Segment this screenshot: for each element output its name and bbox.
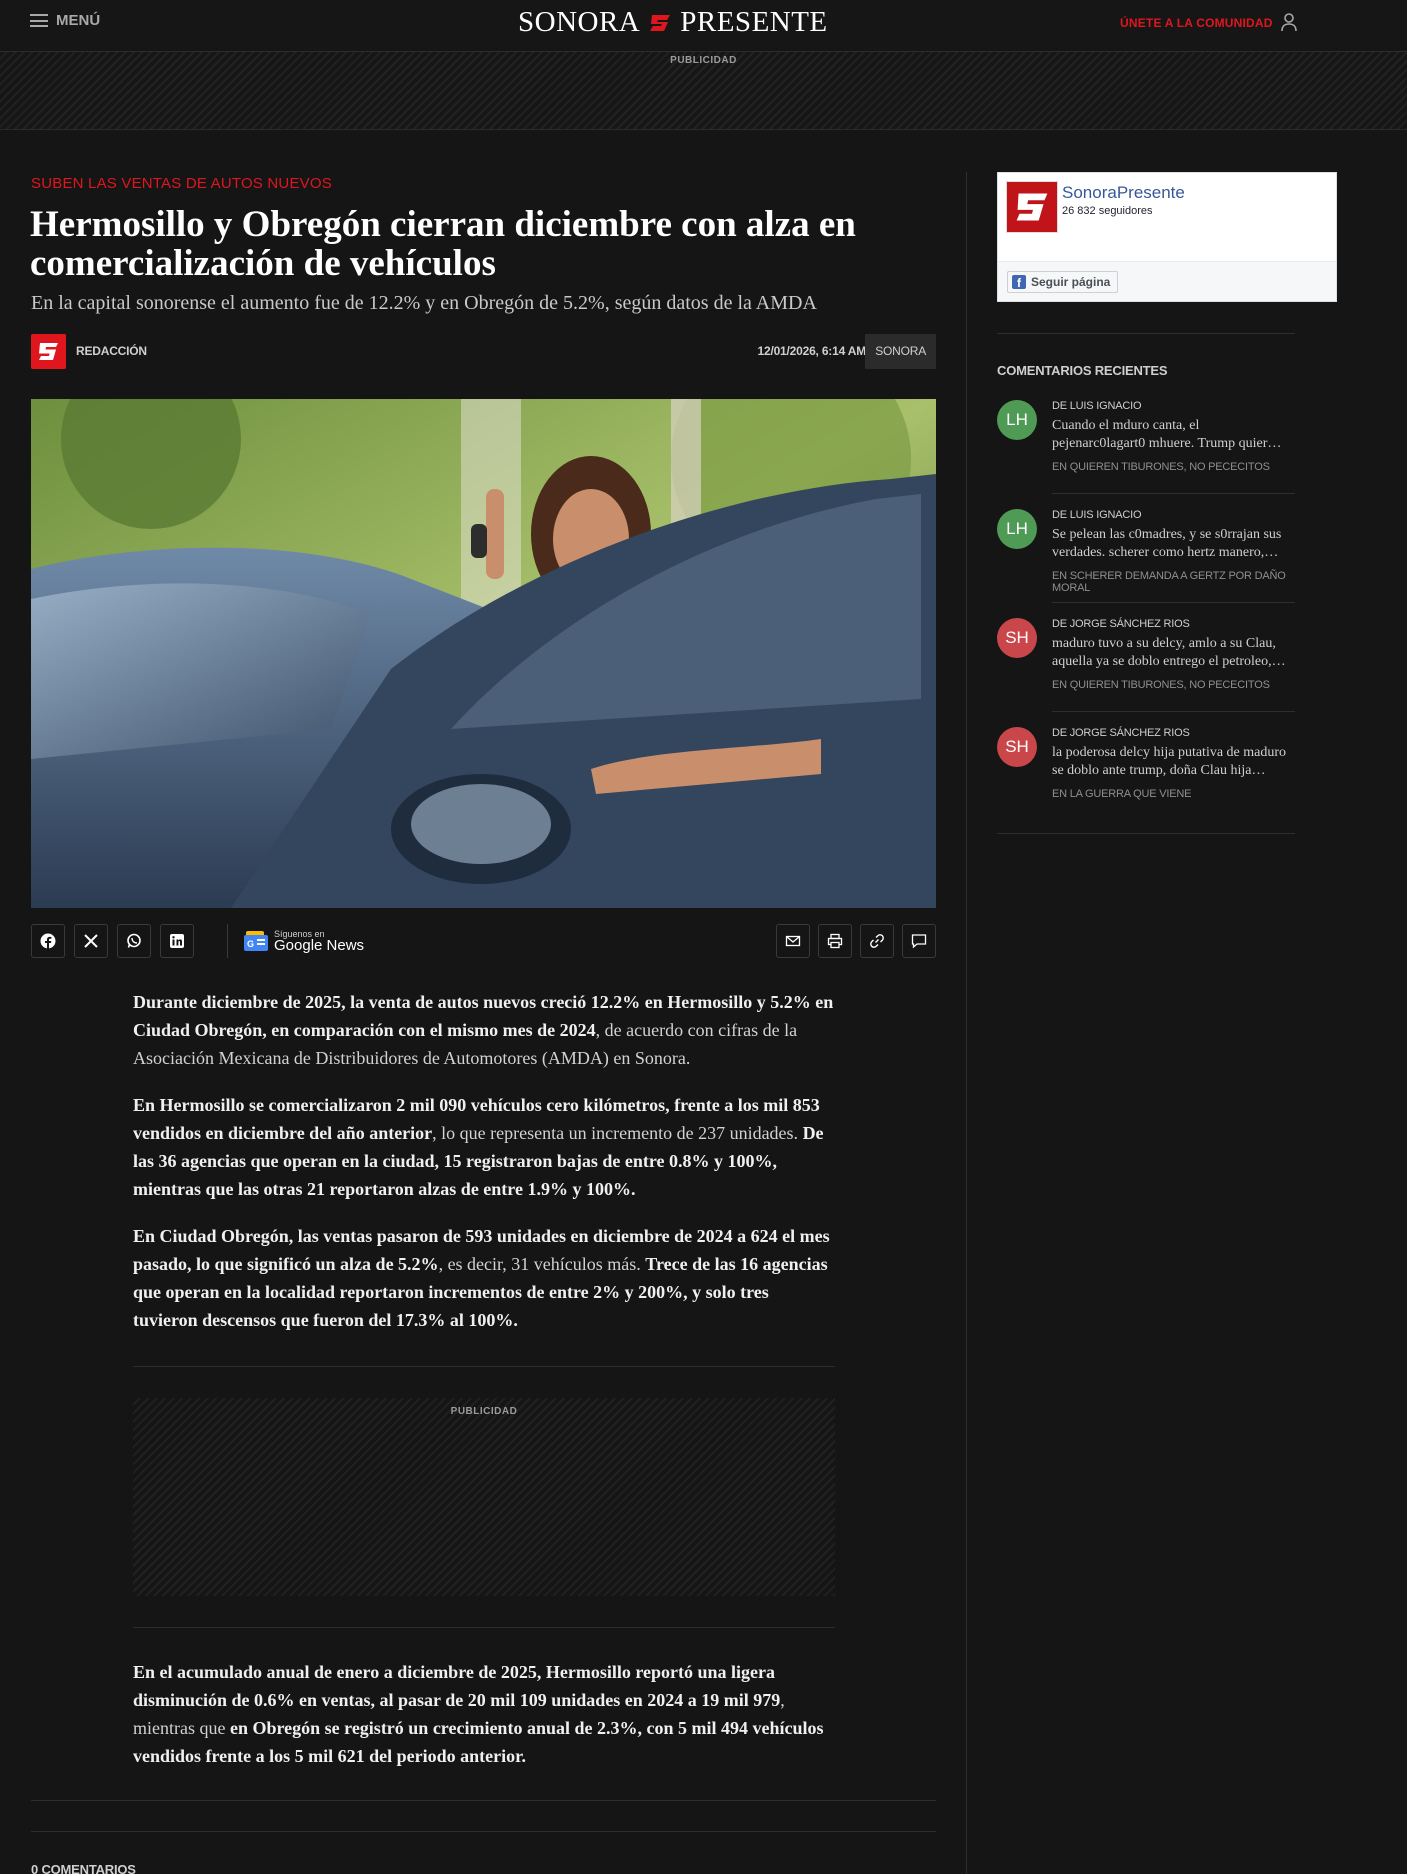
comments-button[interactable] (902, 924, 936, 958)
fb-follow-button[interactable]: f Seguir página (1007, 271, 1119, 293)
article-title: Hermosillo y Obregón cierran diciembre c… (30, 204, 856, 284)
avatar: SH (997, 618, 1037, 658)
google-news-label: Google News (274, 937, 365, 954)
comment-text[interactable]: maduro tuvo a su delcy, amlo a su Clau, … (1052, 635, 1295, 671)
svg-text:G: G (247, 939, 254, 949)
recent-comment[interactable]: LH DE LUIS IGNACIO Cuando el mduro canta… (997, 400, 1295, 508)
author-logo-icon[interactable] (31, 334, 66, 369)
comment-post-link[interactable]: EN LA GUERRA QUE VIENE (1052, 788, 1191, 800)
x-icon (84, 934, 98, 948)
article-kicker: SUBEN LAS VENTAS DE AUTOS NUEVOS (31, 175, 332, 192)
recent-comment[interactable]: SH DE JORGE SÁNCHEZ RIOS maduro tuvo a s… (997, 618, 1295, 726)
comment-icon (911, 934, 927, 949)
article-subtitle: En la capital sonorense el aumento fue d… (31, 292, 817, 314)
divider (133, 1627, 835, 1628)
p3-normal: , es decir, 31 vehículos más. (438, 1254, 646, 1274)
google-news-icon: G (244, 931, 268, 951)
inline-ad: PUBLICIDAD (133, 1398, 835, 1596)
mail-icon (785, 935, 801, 947)
divider (1052, 493, 1295, 494)
site-logo[interactable]: SONORA PRESENTE (518, 6, 828, 39)
recent-comments-title: COMENTARIOS RECIENTES (997, 363, 1168, 378)
logo-text-right: PRESENTE (680, 6, 828, 38)
recent-comment[interactable]: LH DE LUIS IGNACIO Se pelean las c0madre… (997, 509, 1295, 617)
share-mail-button[interactable] (776, 924, 810, 958)
comment-author: DE JORGE SÁNCHEZ RIOS (1052, 727, 1190, 739)
join-community-link[interactable]: ÚNETE A LA COMUNIDAD (1120, 16, 1273, 30)
comment-author: DE LUIS IGNACIO (1052, 400, 1142, 412)
facebook-icon (40, 933, 56, 949)
share-whatsapp-button[interactable] (117, 924, 151, 958)
comment-text[interactable]: la poderosa delcy hija putativa de madur… (1052, 744, 1295, 780)
divider (997, 333, 1295, 334)
top-ad-banner: PUBLICIDAD (0, 52, 1407, 130)
comment-text[interactable]: Se pelean las c0madres, y se s0rrajan su… (1052, 526, 1295, 562)
comment-post-link[interactable]: EN QUIEREN TIBURONES, NO PECECITOS (1052, 461, 1270, 473)
hero-image (31, 399, 936, 908)
print-button[interactable] (818, 924, 852, 958)
article-paragraph-3: En Ciudad Obregón, las ventas pasaron de… (133, 1222, 835, 1334)
divider (31, 1831, 936, 1832)
share-facebook-button[interactable] (31, 924, 65, 958)
share-x-button[interactable] (74, 924, 108, 958)
byline: REDACCIÓN 12/01/2026, 6:14 AM SONORA (31, 334, 936, 370)
recent-comment[interactable]: SH DE JORGE SÁNCHEZ RIOS la poderosa del… (997, 727, 1295, 835)
google-news-follow-link[interactable]: G Síguenos en Google News (227, 924, 364, 958)
facebook-icon: f (1012, 275, 1026, 289)
avatar: SH (997, 727, 1037, 767)
logo-s-icon (650, 14, 671, 31)
avatar: LH (997, 400, 1037, 440)
whatsapp-icon (127, 933, 141, 948)
hamburger-icon (30, 14, 48, 27)
p4-bold-1: En el acumulado anual de enero a diciemb… (133, 1662, 781, 1710)
inline-ad-label: PUBLICIDAD (450, 1406, 518, 1417)
p2-normal: , lo que representa un incremento de 237… (432, 1123, 803, 1143)
print-icon (827, 933, 843, 949)
share-bar: G Síguenos en Google News (31, 924, 936, 958)
section-tag[interactable]: SONORA (865, 334, 936, 369)
menu-button[interactable]: MENÚ (30, 12, 100, 29)
p4-bold-2: en Obregón se registró un crecimiento an… (133, 1718, 824, 1766)
fb-page-avatar[interactable] (1006, 181, 1058, 233)
author-name[interactable]: REDACCIÓN (76, 344, 147, 358)
facebook-page-widget: SonoraPresente 26 832 seguidores f Segui… (997, 172, 1337, 302)
avatar: LH (997, 509, 1037, 549)
ad-label: PUBLICIDAD (670, 55, 737, 66)
article-paragraph-4: En el acumulado anual de enero a diciemb… (133, 1658, 835, 1770)
comment-post-link[interactable]: EN SCHERER DEMANDA A GERTZ POR DAÑO MORA… (1052, 570, 1295, 594)
divider (997, 833, 1295, 834)
article-paragraph-1: Durante diciembre de 2025, la venta de a… (133, 988, 835, 1072)
top-bar: MENÚ SONORA PRESENTE ÚNETE A LA COMUNIDA… (0, 0, 1407, 52)
fb-followers: 26 832 seguidores (1062, 205, 1153, 217)
comments-section-title: 0 COMENTARIOS (31, 1862, 136, 1874)
linkedin-icon (170, 934, 184, 948)
fb-follow-label: Seguir página (1031, 275, 1111, 289)
link-icon (870, 934, 884, 948)
user-icon[interactable] (1280, 12, 1298, 32)
article-paragraph-2: En Hermosillo se comercializaron 2 mil 0… (133, 1091, 835, 1203)
divider (1052, 711, 1295, 712)
divider (31, 1800, 936, 1801)
publish-date: 12/01/2026, 6:14 AM (757, 344, 867, 358)
comment-post-link[interactable]: EN QUIEREN TIBURONES, NO PECECITOS (1052, 679, 1270, 691)
share-linkedin-button[interactable] (160, 924, 194, 958)
divider (133, 1366, 835, 1367)
divider (1052, 602, 1295, 603)
fb-widget-footer: f Seguir página (998, 261, 1336, 301)
logo-text-left: SONORA (518, 6, 641, 38)
comment-author: DE JORGE SÁNCHEZ RIOS (1052, 618, 1190, 630)
copy-link-button[interactable] (860, 924, 894, 958)
comment-author: DE LUIS IGNACIO (1052, 509, 1142, 521)
fb-page-name[interactable]: SonoraPresente (1062, 183, 1185, 203)
comment-text[interactable]: Cuando el mduro canta, el pejenarc0lagar… (1052, 417, 1295, 453)
menu-label: MENÚ (56, 12, 101, 29)
sidebar-divider (966, 172, 967, 1874)
